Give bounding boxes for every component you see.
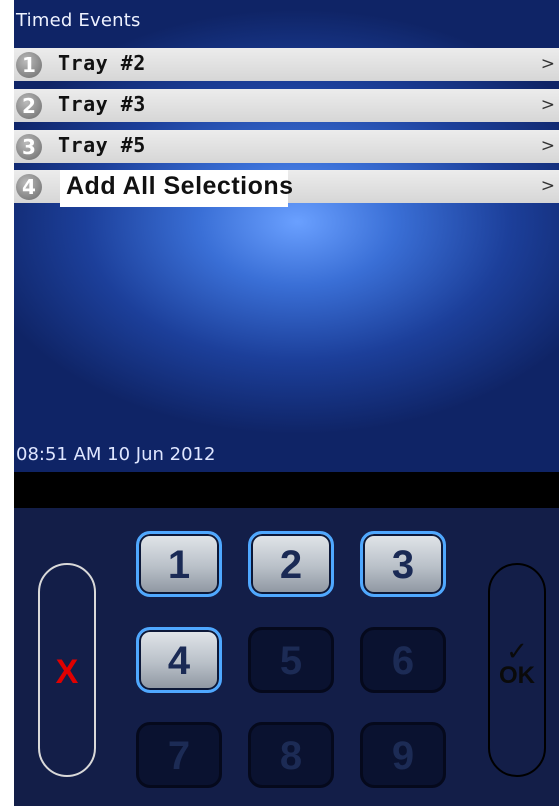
display-screen: Timed Events 1 Tray #2 > 2 Tray #3 > 3 T… <box>14 0 559 472</box>
chevron-right-icon: > <box>540 95 555 115</box>
menu-item-label: Tray #3 <box>58 92 146 116</box>
menu-item-add-all-selections[interactable]: 4 Add All Selections > <box>14 170 559 207</box>
menu-item-tray-2[interactable]: 1 Tray #2 > <box>14 48 559 81</box>
divider-bar <box>14 472 559 508</box>
status-datetime: 08:51 AM 10 Jun 2012 <box>16 444 216 465</box>
ok-button[interactable]: ✓ OK <box>488 563 546 777</box>
number-badge-1: 1 <box>16 52 42 78</box>
number-badge-3: 3 <box>16 134 42 160</box>
key-9: 9 <box>360 722 446 788</box>
key-7: 7 <box>136 722 222 788</box>
cancel-button[interactable]: X <box>38 563 96 777</box>
number-badge-2: 2 <box>16 93 42 119</box>
key-8: 8 <box>248 722 334 788</box>
chevron-right-icon: > <box>540 176 555 196</box>
menu-item-label: Add All Selections <box>66 172 294 200</box>
key-2[interactable]: 2 <box>248 531 334 597</box>
menu-item-tray-3[interactable]: 2 Tray #3 > <box>14 89 559 122</box>
chevron-right-icon: > <box>540 54 555 74</box>
key-1[interactable]: 1 <box>136 531 222 597</box>
key-4[interactable]: 4 <box>136 627 222 693</box>
key-6: 6 <box>360 627 446 693</box>
screen-title: Timed Events <box>16 10 141 31</box>
number-badge-4: 4 <box>16 174 42 200</box>
chevron-right-icon: > <box>540 136 555 156</box>
menu-item-tray-5[interactable]: 3 Tray #5 > <box>14 130 559 163</box>
menu-item-label: Tray #5 <box>58 133 146 157</box>
key-5: 5 <box>248 627 334 693</box>
keypad-panel: X 1 2 3 4 5 6 7 8 9 ✓ OK <box>14 508 559 806</box>
key-3[interactable]: 3 <box>360 531 446 597</box>
cancel-x-icon: X <box>55 653 79 691</box>
menu-item-label: Tray #2 <box>58 51 146 75</box>
ok-label: OK <box>499 662 535 689</box>
